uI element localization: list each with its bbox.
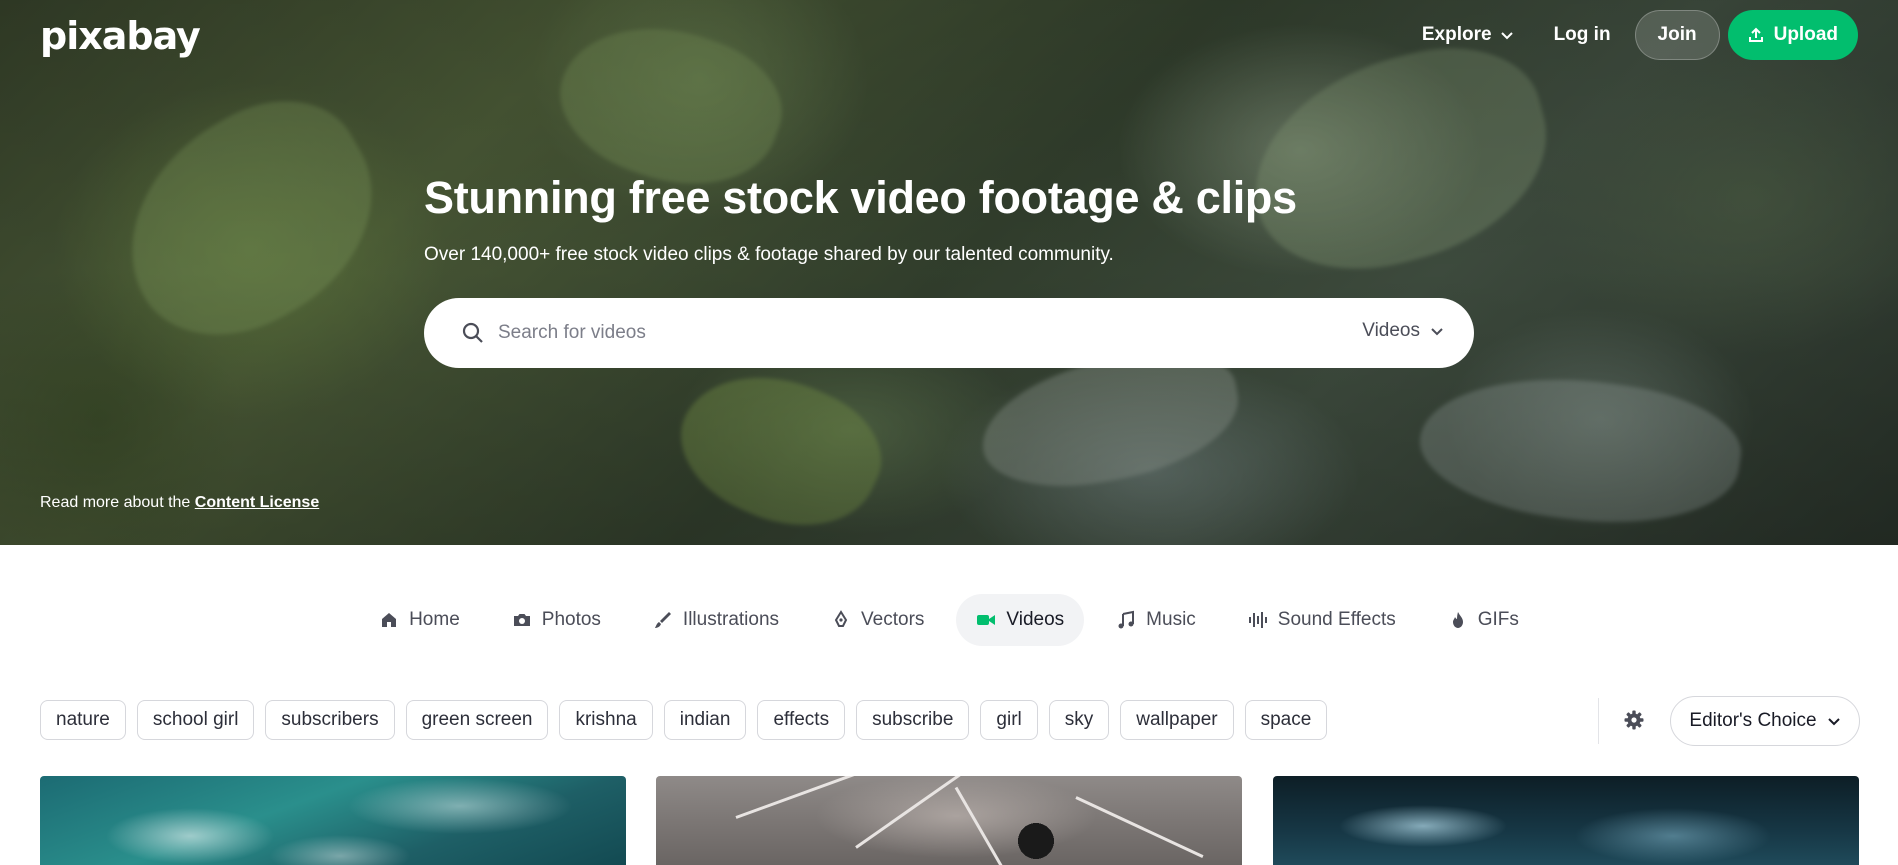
pen-tool-icon	[834, 610, 848, 627]
tag-chip[interactable]: krishna	[559, 700, 653, 740]
tag-chip[interactable]: school girl	[136, 700, 255, 740]
search-input[interactable]	[498, 316, 1318, 350]
tab-label: Videos	[1006, 609, 1065, 630]
upload-icon	[1748, 27, 1763, 42]
music-note-icon	[1118, 610, 1135, 629]
tab-label: Photos	[541, 609, 601, 630]
explore-label: Explore	[1421, 24, 1492, 45]
chevron-down-icon	[1827, 718, 1840, 726]
tab-videos[interactable]: Videos	[956, 594, 1085, 646]
tag-chip[interactable]: subscribe	[856, 700, 970, 740]
video-camera-icon	[977, 615, 996, 625]
category-tabs: Home Photos Illustrations Vectors Videos…	[0, 594, 1898, 646]
tab-label: GIFs	[1477, 609, 1519, 630]
page-title: Stunning free stock video footage & clip…	[424, 172, 1297, 223]
camera-icon	[513, 614, 530, 626]
chevron-down-icon	[1500, 32, 1513, 40]
tag-chip[interactable]: nature	[40, 700, 126, 740]
join-button[interactable]: Join	[1634, 10, 1720, 60]
page-subtitle: Over 140,000+ free stock video clips & f…	[424, 244, 1114, 265]
license-note: Read more about the Content License	[40, 494, 319, 512]
video-thumbnail[interactable]	[656, 776, 1242, 865]
sort-label: Editor's Choice	[1689, 710, 1817, 731]
search-bar: Videos	[424, 298, 1474, 368]
explore-menu[interactable]: Explore	[1406, 12, 1530, 58]
toolbar-divider	[1598, 698, 1599, 744]
video-thumbnail[interactable]	[40, 776, 626, 865]
gear-icon[interactable]	[1622, 708, 1646, 732]
tag-chip[interactable]: green screen	[405, 700, 549, 740]
tab-vectors[interactable]: Vectors	[811, 594, 944, 646]
media-type-select[interactable]: Videos	[1362, 320, 1444, 342]
tab-photos[interactable]: Photos	[492, 594, 621, 646]
tab-label: Sound Effects	[1277, 609, 1396, 630]
tab-label: Home	[409, 609, 460, 630]
license-text: Read more about the	[40, 494, 195, 511]
search-icon[interactable]	[462, 322, 484, 344]
join-label: Join	[1657, 24, 1697, 45]
top-nav: Explore Log in Join Upload	[1406, 10, 1858, 60]
home-icon	[382, 613, 397, 627]
tab-label: Illustrations	[682, 609, 780, 630]
login-link[interactable]: Log in	[1538, 12, 1627, 58]
tab-music[interactable]: Music	[1096, 594, 1216, 646]
tag-chip[interactable]: indian	[663, 700, 747, 740]
tag-chip[interactable]: effects	[757, 700, 846, 740]
related-tags: nature school girl subscribers green scr…	[40, 700, 1328, 740]
sort-dropdown[interactable]: Editor's Choice	[1670, 696, 1860, 746]
media-type-label: Videos	[1362, 320, 1420, 341]
tag-chip[interactable]: sky	[1048, 700, 1110, 740]
tag-chip[interactable]: subscribers	[265, 700, 395, 740]
chevron-down-icon	[1431, 328, 1443, 336]
tab-label: Music	[1146, 609, 1196, 630]
tab-label: Vectors	[861, 609, 925, 630]
brush-icon	[654, 612, 671, 628]
tag-chip[interactable]: girl	[980, 700, 1038, 740]
pixabay-logo[interactable]: pixabay	[40, 14, 201, 58]
tag-chip[interactable]: space	[1244, 700, 1328, 740]
video-thumbnail[interactable]	[1273, 776, 1859, 865]
upload-button[interactable]: Upload	[1727, 10, 1858, 60]
flame-icon	[1452, 612, 1463, 628]
tab-gifs[interactable]: GIFs	[1428, 594, 1539, 646]
content-license-link[interactable]: Content License	[195, 494, 319, 511]
hero-banner: pixabay Explore Log in Join Upload Stunn…	[0, 0, 1898, 545]
tab-home[interactable]: Home	[359, 594, 480, 646]
tag-chip[interactable]: wallpaper	[1120, 700, 1234, 740]
upload-label: Upload	[1773, 24, 1838, 45]
tab-sound-effects[interactable]: Sound Effects	[1228, 594, 1416, 646]
sound-wave-icon	[1248, 612, 1267, 628]
tab-illustrations[interactable]: Illustrations	[633, 594, 799, 646]
